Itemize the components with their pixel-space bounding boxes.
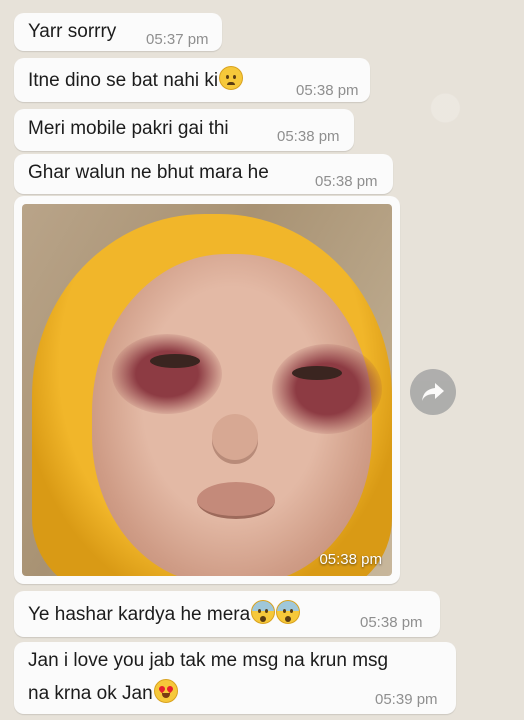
message-text-content: Ye hashar kardya he mera <box>28 604 251 625</box>
forward-button[interactable] <box>410 369 456 415</box>
heart-eyes-emoji-icon <box>153 679 178 703</box>
message-time: 05:39 pm <box>375 691 438 708</box>
message-time: 05:38 pm <box>296 82 359 99</box>
message-bubble[interactable]: Ghar walun ne bhut mara he 05:38 pm <box>14 154 393 194</box>
photo-mouth <box>197 482 275 519</box>
message-time: 05:37 pm <box>146 31 209 48</box>
message-text: Itne dino se bat nahi ki <box>28 66 244 92</box>
message-text: Ghar walun ne bhut mara he <box>28 162 269 183</box>
photo-bruise-left <box>112 334 222 414</box>
message-text: Yarr sorrry <box>28 21 117 42</box>
photo-eye-right <box>292 366 342 380</box>
sad-face-emoji-icon <box>219 66 244 90</box>
message-text-line2: na krna ok Jan <box>28 679 178 705</box>
photo-bruise-right <box>272 344 382 434</box>
photo-time: 05:38 pm <box>319 551 382 568</box>
message-text: Meri mobile pakri gai thi <box>28 118 229 139</box>
message-text-content: na krna ok Jan <box>28 683 153 704</box>
forward-arrow-icon <box>422 383 444 401</box>
message-time: 05:38 pm <box>315 173 378 190</box>
photo-message-bubble[interactable]: 05:38 pm <box>14 196 400 584</box>
photo-nose <box>212 414 258 460</box>
message-text: Ye hashar kardya he mera <box>28 600 301 626</box>
message-text-content: Itne dino se bat nahi ki <box>28 70 219 91</box>
message-bubble[interactable]: Meri mobile pakri gai thi 05:38 pm <box>14 109 354 151</box>
message-bubble[interactable]: Jan i love you jab tak me msg na krun ms… <box>14 642 456 714</box>
photo-image[interactable]: 05:38 pm <box>22 204 392 576</box>
message-bubble[interactable]: Itne dino se bat nahi ki 05:38 pm <box>14 58 370 102</box>
fearful-face-emoji-icon <box>276 600 301 624</box>
message-time: 05:38 pm <box>360 614 423 631</box>
message-time: 05:38 pm <box>277 128 340 145</box>
photo-eye-left <box>150 354 200 368</box>
message-text-line1: Jan i love you jab tak me msg na krun ms… <box>28 650 389 671</box>
fearful-face-emoji-icon <box>251 600 276 624</box>
message-bubble[interactable]: Ye hashar kardya he mera 05:38 pm <box>14 591 440 637</box>
message-bubble[interactable]: Yarr sorrry 05:37 pm <box>14 13 222 51</box>
